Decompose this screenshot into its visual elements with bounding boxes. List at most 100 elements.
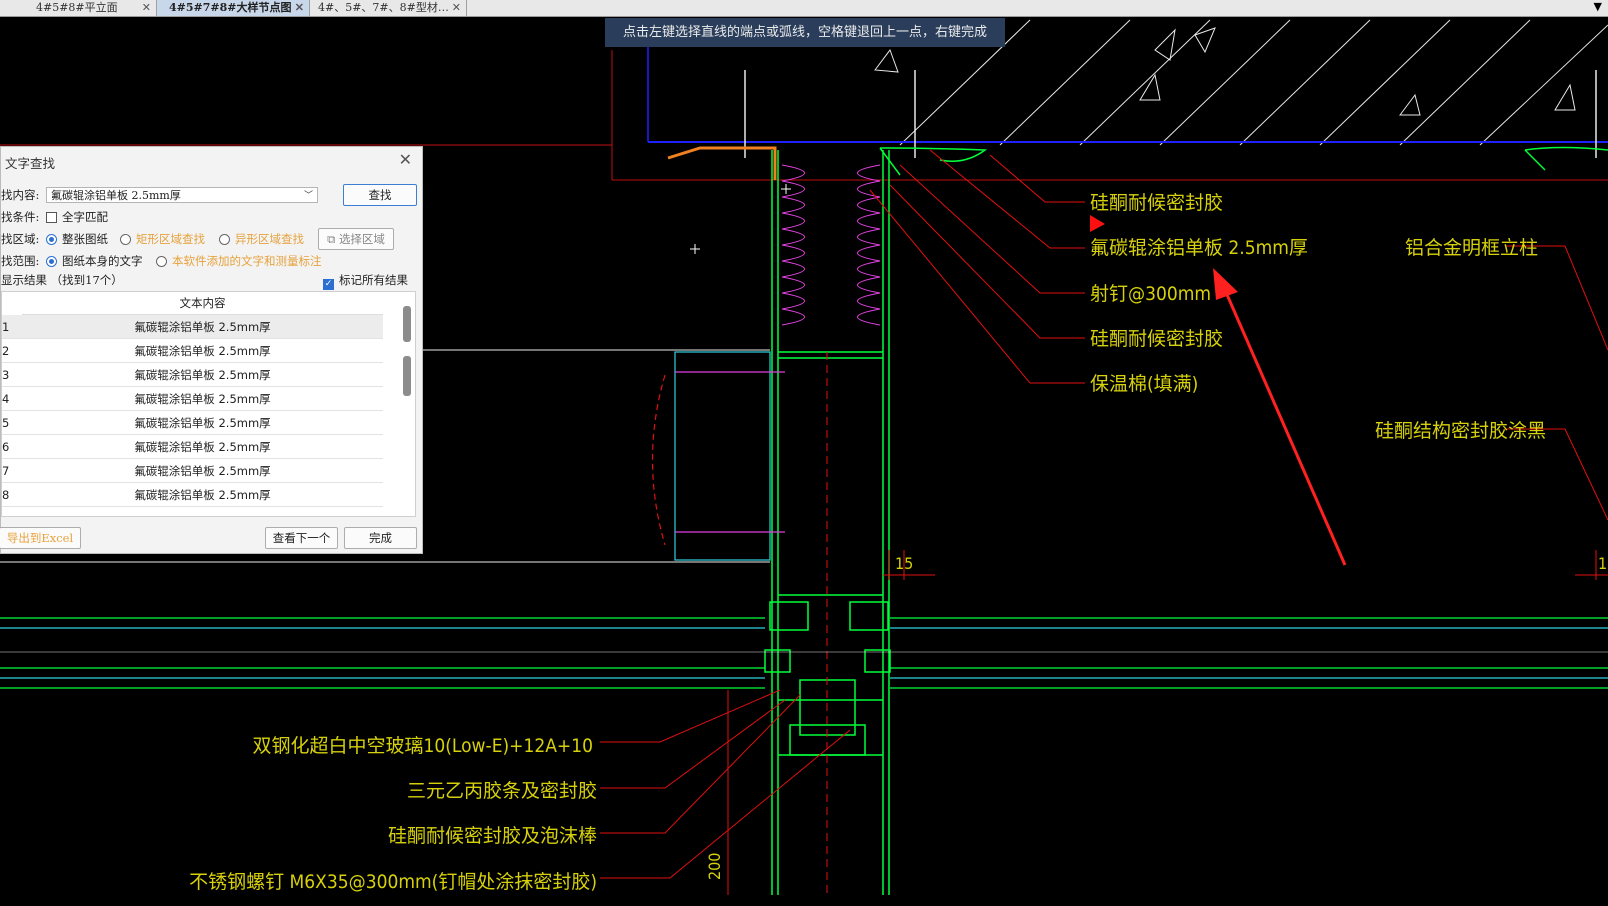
- select-area-label: 选择区域: [338, 232, 385, 246]
- table-row[interactable]: 8 氟碳辊涂铝单板 2.5mm厚: [2, 483, 383, 507]
- row-text: 氟碳辊涂铝单板 2.5mm厚: [134, 488, 271, 502]
- mark-all-label: 标记所有结果: [339, 273, 408, 287]
- table-row[interactable]: 4 氟碳辊涂铝单板 2.5mm厚: [2, 387, 383, 411]
- result-table: 文本内容 1 氟碳辊涂铝单板 2.5mm厚 2 氟碳辊涂铝单板 2.5mm厚 3 氟碳…: [1, 291, 416, 517]
- scope-added-label: 本软件添加的文字和测量标注: [172, 254, 322, 268]
- label-weather-sealant: 硅酮耐候密封胶: [1090, 192, 1223, 214]
- table-row[interactable]: 2 氟碳辊涂铝单板 2.5mm厚: [2, 339, 383, 363]
- view-next-button[interactable]: 查看下一个: [265, 527, 338, 549]
- document-tab-bar: 4#5#8#平立面 ✕ 4#5#7#8#大样节点图 ✕ 4#、5#、7#、8#型…: [0, 0, 1608, 17]
- tab-label: 4#5#7#8#大样节点图: [169, 1, 292, 14]
- mark-all-option[interactable]: ✓ 标记所有结果: [323, 270, 408, 290]
- row-text: 氟碳辊涂铝单板 2.5mm厚: [134, 392, 271, 406]
- mark-all-checkbox[interactable]: ✓: [323, 279, 334, 290]
- area-irregular-option[interactable]: 异形区域查找: [219, 229, 304, 249]
- scrollbar-thumb[interactable]: [403, 356, 411, 396]
- search-content-field[interactable]: 氟碳辊涂铝单板 2.5mm厚 ﹀: [46, 187, 318, 203]
- find-button[interactable]: 查找: [343, 184, 417, 206]
- whole-match-option[interactable]: 全字匹配: [46, 207, 108, 227]
- row-number: 2: [2, 344, 10, 358]
- area-irregular-radio[interactable]: [219, 234, 230, 245]
- row-number: 5: [2, 416, 10, 430]
- command-hint-bar: 点击左键选择直线的端点或弧线，空格键退回上一点，右键完成: [605, 18, 1005, 47]
- crosshair-cursor: [690, 184, 791, 254]
- tab-profiles[interactable]: 4#、5#、7#、8#型材… ✕: [310, 0, 467, 16]
- mullion-profile: [764, 146, 1608, 895]
- label-shot-nail: 射钉@300mm: [1090, 283, 1211, 305]
- label-structural-sealant: 硅酮结构密封胶涂黑: [1375, 420, 1546, 442]
- tab-close-icon[interactable]: ✕: [142, 0, 151, 15]
- select-area-button[interactable]: ⧉ 选择区域: [318, 228, 394, 250]
- table-row[interactable]: 7 氟碳辊涂铝单板 2.5mm厚: [2, 459, 383, 483]
- table-row[interactable]: 5 氟碳辊涂铝单板 2.5mm厚: [2, 411, 383, 435]
- area-whole-radio[interactable]: [46, 234, 57, 245]
- row-number: 1: [2, 320, 10, 334]
- tab-detail-nodes[interactable]: 4#5#7#8#大样节点图 ✕: [157, 0, 310, 16]
- label-fluorocarbon-panel: 氟碳辊涂铝单板 2.5mm厚: [1090, 237, 1308, 259]
- done-button[interactable]: 完成: [344, 527, 417, 549]
- label-insulation: 保温棉(填满): [1090, 373, 1198, 395]
- row-number: 8: [2, 488, 10, 502]
- search-result-marker-icon[interactable]: [1090, 215, 1105, 232]
- tab-close-icon[interactable]: ✕: [452, 0, 461, 15]
- row-number: 7: [2, 464, 10, 478]
- area-rect-option[interactable]: 矩形区域查找: [120, 229, 205, 249]
- dimension-15: [883, 550, 1608, 580]
- tab-label: 4#、5#、7#、8#型材…: [318, 1, 449, 14]
- tab-elevation[interactable]: 4#5#8#平立面 ✕: [0, 0, 157, 16]
- table-row[interactable]: 3 氟碳辊涂铝单板 2.5mm厚: [2, 363, 383, 387]
- result-label: 显示结果 （找到17个）: [1, 270, 123, 290]
- dialog-title: 文字查找: [5, 156, 56, 171]
- area-whole-label: 整张图纸: [62, 232, 108, 246]
- label-foam-rod: 硅酮耐候密封胶及泡沫棒: [388, 825, 597, 847]
- dimension-text-1: 1: [1598, 554, 1607, 573]
- chevron-down-icon[interactable]: ﹀: [304, 188, 313, 204]
- tab-list-dropdown-icon[interactable]: ▼: [1594, 0, 1602, 13]
- aluminum-panel-bracket: [667, 146, 777, 180]
- area-whole-option[interactable]: 整张图纸: [46, 229, 108, 249]
- search-content-value: 氟碳辊涂铝单板 2.5mm厚: [51, 189, 181, 202]
- scrollbar-thumb[interactable]: [403, 306, 411, 342]
- table-row[interactable]: 1 氟碳辊涂铝单板 2.5mm厚: [2, 315, 383, 339]
- dimension-text-15: 15: [895, 554, 913, 573]
- text-search-dialog: 文字查找 ✕ 找内容: 氟碳辊涂铝单板 2.5mm厚 ﹀ 查找 找条件: 全字匹…: [0, 146, 423, 554]
- scope-added-radio[interactable]: [156, 256, 167, 267]
- row-number: 4: [2, 392, 10, 406]
- red-arrow-annotation: [1213, 268, 1347, 566]
- whole-match-checkbox[interactable]: [46, 212, 57, 223]
- scope-drawing-radio[interactable]: [46, 256, 57, 267]
- scope-label: 找范围:: [1, 254, 40, 268]
- insulation-wool: [781, 164, 881, 326]
- result-count: （找到17个）: [50, 273, 123, 287]
- row-text: 氟碳辊涂铝单板 2.5mm厚: [134, 344, 271, 358]
- scope-drawing-label: 图纸本身的文字: [62, 254, 143, 268]
- condition-label: 找条件:: [1, 210, 40, 224]
- label-weather-sealant-2: 硅酮耐候密封胶: [1090, 328, 1223, 350]
- dimension-text-200: 200: [705, 853, 724, 880]
- row-text: 氟碳辊涂铝单板 2.5mm厚: [134, 464, 271, 478]
- label-aluminum-column: 铝合金明框立柱: [1405, 237, 1538, 259]
- tab-close-icon[interactable]: ✕: [295, 0, 304, 15]
- shot-nails: [744, 70, 1597, 158]
- area-irregular-label: 异形区域查找: [235, 232, 304, 246]
- label-epdm: 三元乙丙胶条及密封胶: [407, 780, 597, 802]
- whole-match-label: 全字匹配: [62, 210, 108, 224]
- glass-unit: [0, 617, 1608, 689]
- leader-lines: [600, 149, 1608, 895]
- label-screw: 不锈钢螺钉 M6X35@300mm(钉帽处涂抹密封胶): [189, 871, 597, 893]
- area-rect-radio[interactable]: [120, 234, 131, 245]
- table-scrollbar[interactable]: [403, 296, 411, 514]
- table-row[interactable]: 6 氟碳辊涂铝单板 2.5mm厚: [2, 435, 383, 459]
- scope-drawing-option[interactable]: 图纸本身的文字: [46, 251, 143, 271]
- row-text: 氟碳辊涂铝单板 2.5mm厚: [134, 368, 271, 382]
- area-rect-label: 矩形区域查找: [136, 232, 205, 246]
- row-number: 6: [2, 440, 10, 454]
- row-number: 3: [2, 368, 10, 382]
- tab-label: 4#5#8#平立面: [36, 1, 118, 14]
- row-text: 氟碳辊涂铝单板 2.5mm厚: [134, 416, 271, 430]
- column-header: 文本内容: [22, 292, 383, 315]
- close-icon[interactable]: ✕: [399, 150, 412, 169]
- select-area-icon: ⧉: [327, 232, 336, 246]
- export-excel-button[interactable]: 导出到Excel: [0, 527, 81, 549]
- scope-added-option[interactable]: 本软件添加的文字和测量标注: [156, 251, 322, 271]
